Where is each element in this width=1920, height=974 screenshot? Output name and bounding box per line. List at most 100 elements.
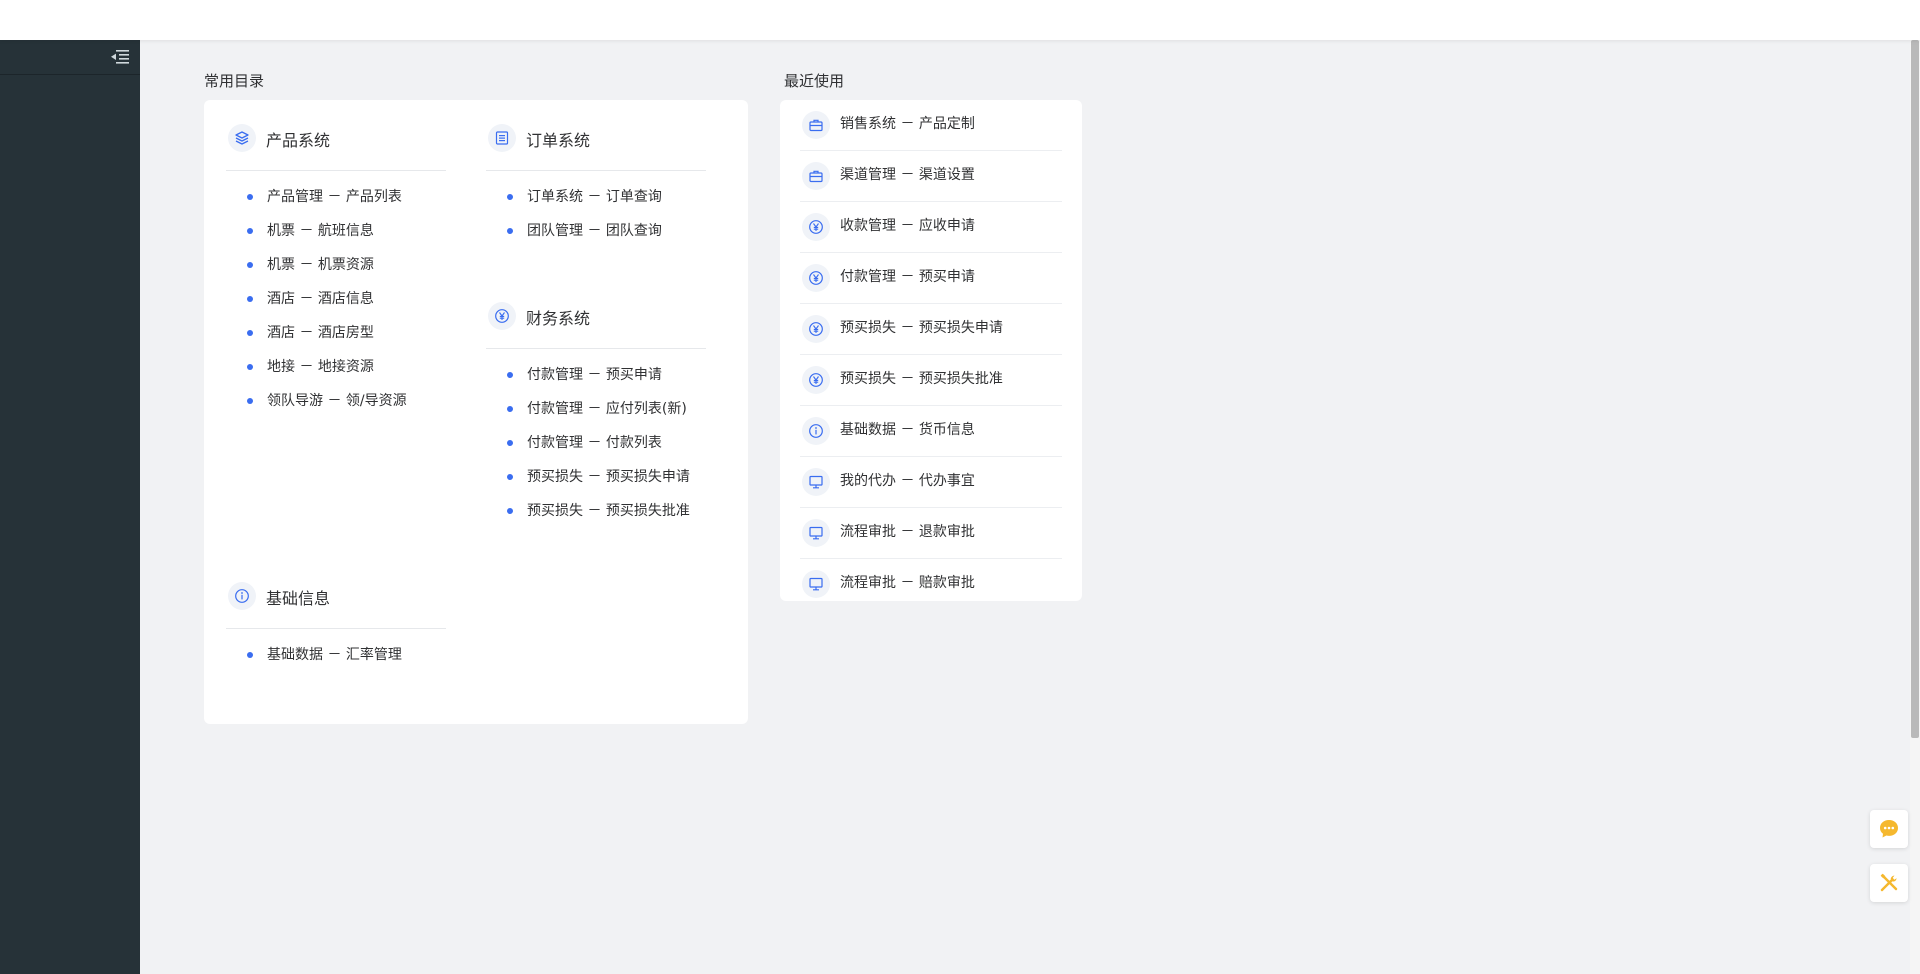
recent-item-label: 预买损失 － 预买损失批准	[840, 371, 1003, 387]
recent-item-label: 预买损失 － 预买损失申请	[840, 320, 1003, 336]
group-header: 产品系统	[226, 118, 446, 162]
group-title: 订单系统	[526, 131, 591, 150]
group-items: 订单系统 － 订单查询 团队管理 － 团队查询	[486, 180, 726, 248]
menu-link-label: 基础数据 － 汇率管理	[267, 647, 402, 663]
recent-item[interactable]: 流程审批 － 退款审批	[800, 508, 1062, 559]
menu-link-label: 预买损失 － 预买损失申请	[527, 469, 690, 485]
menu-link-label: 产品管理 － 产品列表	[267, 189, 402, 205]
top-header-bar	[0, 0, 1920, 40]
group-title: 产品系统	[266, 131, 331, 150]
recent-item[interactable]: 流程审批 － 赔款审批	[800, 559, 1062, 609]
recent-item-label: 基础数据 － 货币信息	[840, 422, 975, 438]
menu-link[interactable]: 预买损失 － 预买损失批准	[486, 494, 726, 528]
tools-float-button[interactable]	[1870, 864, 1908, 902]
menu-link-label: 酒店 － 酒店房型	[267, 325, 374, 341]
sidebar	[0, 40, 140, 974]
vertical-scrollbar-thumb[interactable]	[1911, 40, 1919, 738]
menu-link[interactable]: 付款管理 － 预买申请	[486, 358, 726, 392]
bullet-dot	[507, 194, 513, 200]
monitor-icon	[802, 468, 830, 496]
menu-link-label: 付款管理 － 应付列表(新)	[527, 401, 687, 417]
menu-link[interactable]: 地接 － 地接资源	[226, 350, 466, 384]
menu-link[interactable]: 团队管理 － 团队查询	[486, 214, 726, 248]
bullet-dot	[247, 364, 253, 370]
recent-list: 销售系统 － 产品定制 渠道管理 － 渠道设置 收款管理 － 应收申请 付款管理…	[800, 100, 1062, 609]
menu-link[interactable]: 基础数据 － 汇率管理	[226, 638, 466, 672]
recent-item-label: 流程审批 － 赔款审批	[840, 575, 975, 591]
group-title: 基础信息	[266, 589, 331, 608]
group-header: 订单系统	[486, 118, 706, 162]
recent-item-label: 收款管理 － 应收申请	[840, 218, 975, 234]
menu-link[interactable]: 酒店 － 酒店房型	[226, 316, 466, 350]
sidebar-collapse-row	[0, 40, 140, 75]
bullet-dot	[247, 398, 253, 404]
recent-item[interactable]: 预买损失 － 预买损失申请	[800, 304, 1062, 355]
menu-link-label: 地接 － 地接资源	[267, 359, 374, 375]
menu-link[interactable]: 付款管理 － 付款列表	[486, 426, 726, 460]
recent-item[interactable]: 销售系统 － 产品定制	[800, 100, 1062, 151]
info-icon	[228, 582, 256, 610]
bullet-dot	[247, 228, 253, 234]
menu-link-label: 团队管理 － 团队查询	[527, 223, 662, 239]
monitor-icon	[802, 519, 830, 547]
divider	[486, 170, 706, 171]
menu-link-label: 付款管理 － 预买申请	[527, 367, 662, 383]
tools-icon	[1877, 871, 1901, 895]
recent-item-label: 渠道管理 － 渠道设置	[840, 167, 975, 183]
common-directory-card: 产品系统 产品管理 － 产品列表 机票 － 航班信息 机票 － 机票资源 酒店 …	[204, 100, 748, 724]
group-header: 财务系统	[486, 296, 706, 340]
recent-item-label: 流程审批 － 退款审批	[840, 524, 975, 540]
briefcase-icon	[802, 162, 830, 190]
common-directory-title: 常用目录	[204, 72, 265, 90]
divider	[226, 628, 446, 629]
bullet-dot	[247, 652, 253, 658]
recent-used-card: 销售系统 － 产品定制 渠道管理 － 渠道设置 收款管理 － 应收申请 付款管理…	[780, 100, 1082, 601]
recent-item[interactable]: 预买损失 － 预买损失批准	[800, 355, 1062, 406]
recent-item-label: 付款管理 － 预买申请	[840, 269, 975, 285]
group-items: 付款管理 － 预买申请 付款管理 － 应付列表(新) 付款管理 － 付款列表 预…	[486, 358, 726, 528]
recent-item[interactable]: 我的代办 － 代办事宜	[800, 457, 1062, 508]
menu-link-label: 预买损失 － 预买损失批准	[527, 503, 690, 519]
recent-item[interactable]: 渠道管理 － 渠道设置	[800, 151, 1062, 202]
menu-link-label: 机票 － 机票资源	[267, 257, 374, 273]
menu-link[interactable]: 订单系统 － 订单查询	[486, 180, 726, 214]
bullet-dot	[247, 296, 253, 302]
menu-link[interactable]: 预买损失 － 预买损失申请	[486, 460, 726, 494]
recent-item[interactable]: 付款管理 － 预买申请	[800, 253, 1062, 304]
menu-link[interactable]: 酒店 － 酒店信息	[226, 282, 466, 316]
bullet-dot	[507, 406, 513, 412]
menu-link[interactable]: 机票 － 机票资源	[226, 248, 466, 282]
yen-icon	[802, 264, 830, 292]
group-items: 产品管理 － 产品列表 机票 － 航班信息 机票 － 机票资源 酒店 － 酒店信…	[226, 180, 466, 418]
monitor-icon	[802, 570, 830, 598]
bullet-dot	[507, 228, 513, 234]
recent-item-label: 销售系统 － 产品定制	[840, 116, 975, 132]
menu-link[interactable]: 付款管理 － 应付列表(新)	[486, 392, 726, 426]
group-items: 基础数据 － 汇率管理	[226, 638, 466, 672]
bullet-dot	[247, 194, 253, 200]
menu-link-label: 机票 － 航班信息	[267, 223, 374, 239]
group-title: 财务系统	[526, 309, 591, 328]
divider	[486, 348, 706, 349]
briefcase-icon	[802, 111, 830, 139]
bullet-dot	[507, 474, 513, 480]
menu-link[interactable]: 领队导游 － 领/导资源	[226, 384, 466, 418]
yen-icon	[802, 315, 830, 343]
chat-float-button[interactable]	[1870, 810, 1908, 848]
bullet-dot	[247, 330, 253, 336]
menu-fold-icon[interactable]	[110, 48, 130, 66]
menu-link-label: 订单系统 － 订单查询	[527, 189, 662, 205]
recent-item-label: 我的代办 － 代办事宜	[840, 473, 975, 489]
menu-link-label: 酒店 － 酒店信息	[267, 291, 374, 307]
bullet-dot	[507, 440, 513, 446]
menu-link[interactable]: 机票 － 航班信息	[226, 214, 466, 248]
group-header: 基础信息	[226, 576, 446, 620]
menu-link-label: 付款管理 － 付款列表	[527, 435, 662, 451]
yen-icon	[802, 213, 830, 241]
bullet-dot	[507, 372, 513, 378]
yen-icon	[802, 366, 830, 394]
list-icon	[488, 124, 516, 152]
recent-item[interactable]: 基础数据 － 货币信息	[800, 406, 1062, 457]
recent-item[interactable]: 收款管理 － 应收申请	[800, 202, 1062, 253]
menu-link[interactable]: 产品管理 － 产品列表	[226, 180, 466, 214]
